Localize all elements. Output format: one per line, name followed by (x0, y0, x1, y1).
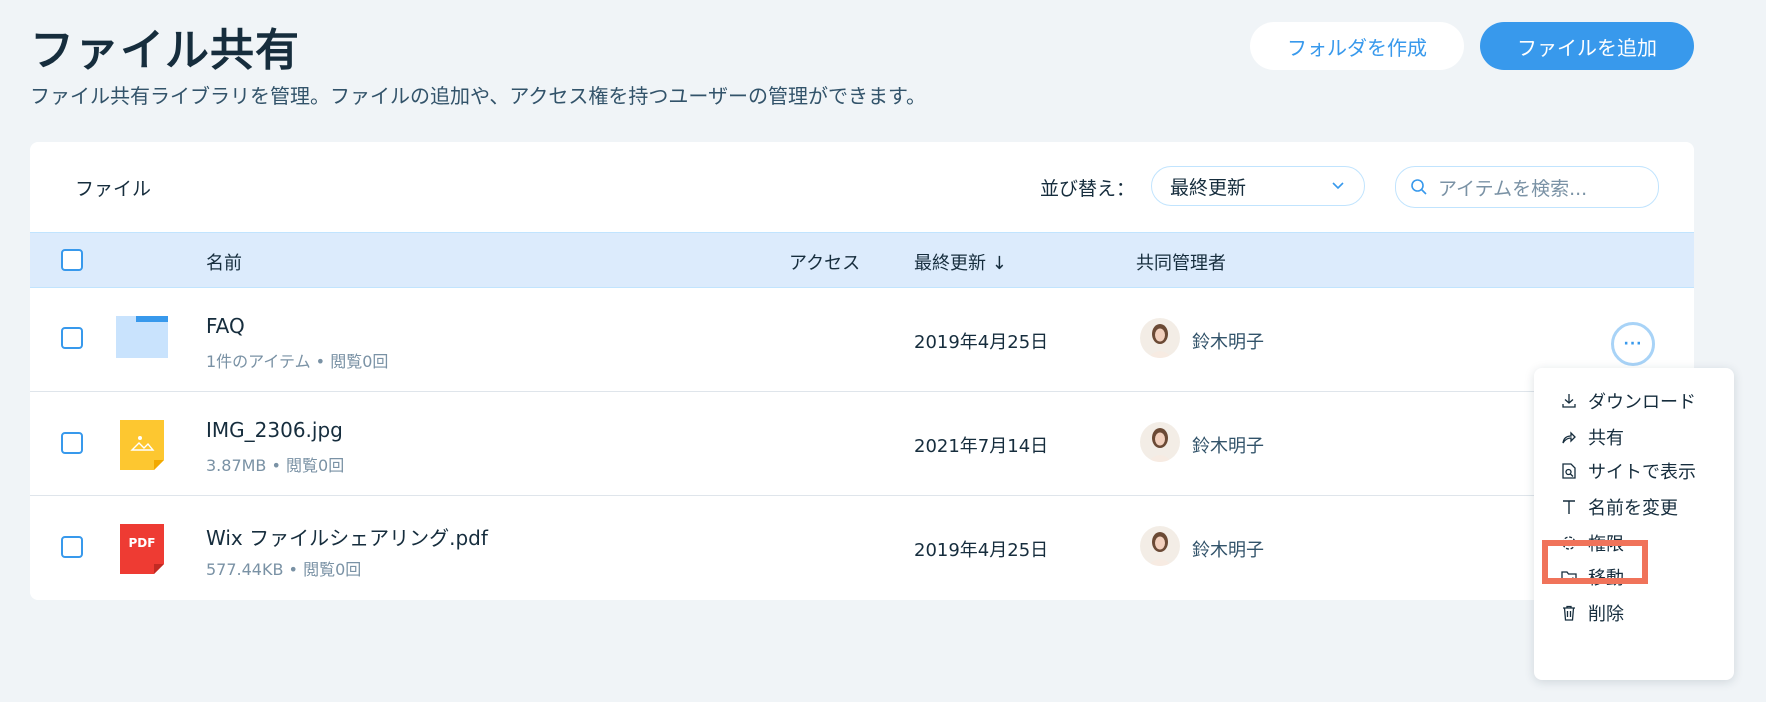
context-menu: ダウンロード 共有 サイトで表示 名前を変更 権限 移動 削除 (1534, 368, 1734, 680)
file-meta: 3.87MB • 閲覧0回 (206, 456, 345, 475)
comanager-name: 鈴木明子 (1192, 540, 1264, 561)
column-header-updated[interactable]: 最終更新 ↓ (914, 249, 1007, 275)
pdf-file-icon: PDF (120, 524, 164, 574)
table-row[interactable]: PDF Wix ファイルシェアリング.pdf 577.44KB • 閲覧0回 2… (30, 496, 1694, 600)
row-checkbox[interactable] (61, 327, 83, 349)
menu-item-view-on-site[interactable]: サイトで表示 (1560, 456, 1696, 486)
column-header-name[interactable]: 名前 (206, 249, 242, 275)
file-name[interactable]: FAQ (206, 314, 245, 338)
menu-item-rename[interactable]: 名前を変更 (1560, 492, 1678, 522)
file-name[interactable]: IMG_2306.jpg (206, 418, 343, 442)
search-placeholder: アイテムを検索... (1438, 177, 1588, 200)
column-header-access[interactable]: アクセス (789, 249, 860, 275)
chevron-down-icon (1332, 182, 1344, 190)
file-meta: 1件のアイテム • 閲覧0回 (206, 352, 389, 371)
page-title: ファイル共有 (30, 25, 300, 76)
menu-item-share[interactable]: 共有 (1560, 422, 1624, 452)
search-icon (1411, 179, 1427, 195)
files-card: ファイル 並び替え： 最終更新 アイテムを検索... 名前 アクセス 最終更新 … (30, 142, 1694, 600)
avatar (1140, 422, 1180, 462)
sort-label: 並び替え： (1040, 178, 1136, 200)
select-all-checkbox[interactable] (61, 249, 83, 271)
page-subtitle: ファイル共有ライブラリを管理。ファイルの追加や、アクセス権を持つユーザーの管理が… (30, 84, 926, 108)
more-actions-button[interactable]: ··· (1611, 322, 1655, 366)
file-name[interactable]: Wix ファイルシェアリング.pdf (206, 522, 488, 551)
add-file-button[interactable]: ファイルを追加 (1480, 22, 1694, 70)
search-input[interactable]: アイテムを検索... (1395, 166, 1659, 208)
pdf-icon-label: PDF (128, 536, 156, 550)
file-meta: 577.44KB • 閲覧0回 (206, 560, 362, 579)
image-file-icon (120, 420, 164, 470)
sort-dropdown[interactable]: 最終更新 (1151, 166, 1365, 206)
create-folder-button[interactable]: フォルダを作成 (1250, 22, 1464, 70)
view-on-site-icon (1562, 463, 1576, 479)
file-date: 2021年7月14日 (914, 436, 1049, 457)
avatar (1140, 526, 1180, 566)
menu-item-download[interactable]: ダウンロード (1560, 386, 1696, 416)
table-row[interactable]: IMG_2306.jpg 3.87MB • 閲覧0回 2021年7月14日 鈴木… (30, 392, 1694, 496)
rename-icon (1563, 500, 1575, 514)
row-checkbox[interactable] (61, 536, 83, 558)
column-header-comanagers[interactable]: 共同管理者 (1136, 249, 1226, 275)
files-section-title: ファイル (75, 178, 152, 200)
row-checkbox[interactable] (61, 432, 83, 454)
avatar (1140, 318, 1180, 358)
comanager-name: 鈴木明子 (1192, 436, 1264, 457)
table-row[interactable]: FAQ 1件のアイテム • 閲覧0回 2019年4月25日 鈴木明子 (30, 288, 1694, 392)
download-icon (1562, 394, 1576, 408)
file-date: 2019年4月25日 (914, 332, 1049, 353)
comanager-name: 鈴木明子 (1192, 332, 1264, 353)
file-date: 2019年4月25日 (914, 540, 1049, 561)
menu-item-delete[interactable]: 削除 (1560, 598, 1624, 628)
table-header: 名前 アクセス 最終更新 ↓ 共同管理者 (30, 232, 1694, 288)
folder-icon (116, 316, 168, 358)
share-icon (1562, 431, 1576, 444)
sort-dropdown-value: 最終更新 (1170, 176, 1247, 199)
trash-icon (1563, 605, 1575, 621)
permissions-highlight-box (1542, 540, 1648, 584)
